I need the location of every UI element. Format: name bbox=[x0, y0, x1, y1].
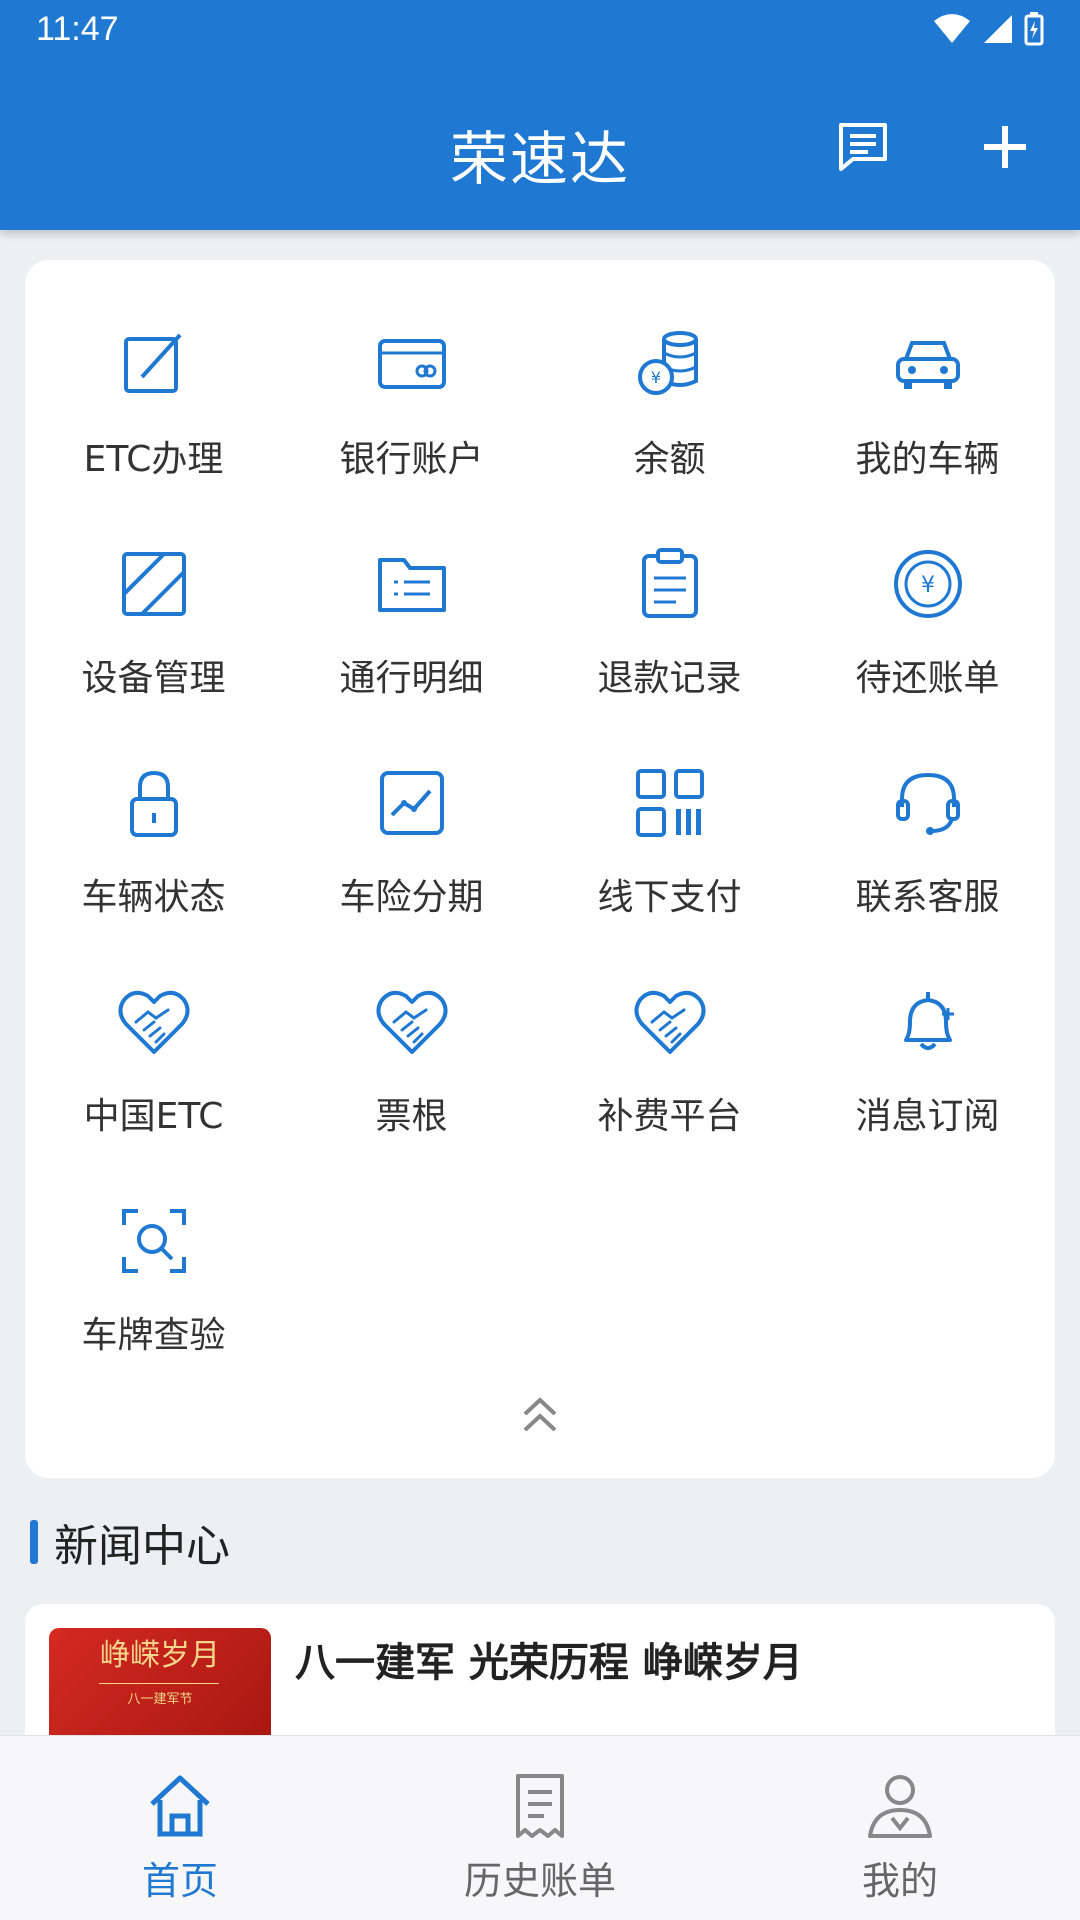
signal-icon bbox=[984, 15, 1012, 43]
menu-item-label: 消息订阅 bbox=[855, 1096, 1000, 1137]
menu-item[interactable]: 我的车辆 bbox=[799, 260, 1056, 480]
status-time: 11:47 bbox=[36, 10, 119, 48]
status-icons bbox=[932, 12, 1044, 46]
menu-item[interactable]: 中国ETC bbox=[25, 917, 282, 1137]
message-icon bbox=[839, 123, 887, 171]
edit-icon bbox=[114, 325, 194, 405]
menu-item[interactable]: 线下支付 bbox=[541, 698, 798, 918]
yuan-coin-icon: ¥ bbox=[888, 544, 968, 624]
news-section-title: 新闻中心 bbox=[54, 1521, 230, 1572]
car-icon bbox=[888, 325, 968, 405]
home-icon bbox=[150, 1775, 210, 1837]
menu-item-label: 我的车辆 bbox=[855, 439, 1000, 480]
menu-item[interactable]: ETC办理 bbox=[25, 260, 282, 480]
menu-item-label: 补费平台 bbox=[597, 1096, 742, 1137]
menu-item-label: 车牌查验 bbox=[81, 1315, 226, 1356]
battery-icon bbox=[1024, 12, 1044, 46]
scan-search-icon bbox=[114, 1201, 194, 1281]
add-button[interactable] bbox=[970, 112, 1040, 182]
device-icon bbox=[114, 544, 194, 624]
menu-item[interactable]: 票根 bbox=[283, 917, 540, 1137]
trend-chart-icon bbox=[372, 763, 452, 843]
menu-item[interactable]: 退款记录 bbox=[541, 479, 798, 699]
tab-label: 历史账单 bbox=[463, 1859, 616, 1903]
menu-item-label: 余额 bbox=[633, 439, 706, 480]
menu-item[interactable]: 银行账户 bbox=[283, 260, 540, 480]
menu-item[interactable]: 消息订阅 bbox=[799, 917, 1056, 1137]
menu-item-label: ETC办理 bbox=[83, 439, 224, 480]
message-button[interactable] bbox=[828, 112, 898, 182]
menu-item[interactable]: ¥ 余额 bbox=[541, 260, 798, 480]
thumbnail-divider bbox=[99, 1683, 219, 1684]
folder-list-icon bbox=[372, 544, 452, 624]
collapse-button[interactable] bbox=[515, 1390, 565, 1440]
tab-label: 我的 bbox=[861, 1859, 938, 1903]
receipt-icon bbox=[516, 1774, 564, 1838]
menu-item-label: 设备管理 bbox=[81, 658, 226, 699]
tab-history-bills[interactable]: 历史账单 bbox=[430, 1736, 650, 1920]
news-title: 八一建军 光荣历程 峥嵘岁月 bbox=[295, 1640, 803, 1686]
lock-icon bbox=[114, 763, 194, 843]
add-icon bbox=[984, 126, 1026, 168]
menu-item-label: 车辆状态 bbox=[81, 877, 226, 918]
svg-text:¥: ¥ bbox=[650, 368, 660, 387]
thumbnail-text: 峥嵘岁月 bbox=[100, 1638, 220, 1673]
svg-text:¥: ¥ bbox=[921, 573, 935, 598]
menu-item[interactable]: 联系客服 bbox=[799, 698, 1056, 918]
tab-mine[interactable]: 我的 bbox=[790, 1736, 1010, 1920]
handshake-heart-icon bbox=[114, 982, 194, 1062]
clipboard-icon bbox=[630, 544, 710, 624]
menu-item[interactable]: 通行明细 bbox=[283, 479, 540, 699]
app-title: 荣速达 bbox=[449, 125, 630, 193]
double-chevron-up-icon bbox=[523, 1397, 557, 1432]
menu-item-label: 银行账户 bbox=[339, 439, 484, 480]
bank-card-icon bbox=[372, 325, 452, 405]
section-accent-bar bbox=[30, 1520, 38, 1564]
headset-icon bbox=[888, 763, 968, 843]
menu-item-label: 线下支付 bbox=[597, 877, 742, 918]
news-section-header: 新闻中心 bbox=[30, 1518, 230, 1572]
app-header: 11:47 荣速达 bbox=[0, 0, 1080, 230]
menu-item-label: 车险分期 bbox=[339, 877, 484, 918]
qr-code-icon bbox=[630, 763, 710, 843]
menu-item-label: 联系客服 bbox=[855, 877, 1000, 918]
menu-item[interactable]: ¥ 待还账单 bbox=[799, 479, 1056, 699]
menu-item-label: 中国ETC bbox=[83, 1096, 224, 1137]
menu-item-label: 待还账单 bbox=[855, 658, 1000, 699]
coins-icon: ¥ bbox=[630, 325, 710, 405]
tab-label: 首页 bbox=[141, 1859, 218, 1903]
menu-item[interactable]: 设备管理 bbox=[25, 479, 282, 699]
menu-item-label: 通行明细 bbox=[339, 658, 484, 699]
menu-item[interactable]: 车牌查验 bbox=[25, 1136, 282, 1356]
menu-item[interactable]: 补费平台 bbox=[541, 917, 798, 1137]
user-icon bbox=[868, 1775, 932, 1838]
handshake-heart-icon bbox=[372, 982, 452, 1062]
bell-plus-icon bbox=[888, 982, 968, 1062]
handshake-heart-icon bbox=[630, 982, 710, 1062]
bottom-navigation: 首页 历史账单 我的 bbox=[0, 1735, 1080, 1920]
menu-item-label: 票根 bbox=[375, 1096, 448, 1137]
menu-item[interactable]: 车辆状态 bbox=[25, 698, 282, 918]
menu-item[interactable]: 车险分期 bbox=[283, 698, 540, 918]
tab-home[interactable]: 首页 bbox=[70, 1736, 290, 1920]
wifi-icon bbox=[934, 14, 970, 43]
thumbnail-subtext: 八一建军节 bbox=[127, 1692, 193, 1707]
menu-item-label: 退款记录 bbox=[597, 658, 742, 699]
service-menu-card: ETC办理 银行账户 ¥ 余额 我的车辆设备管理 通行明细 退款记录 ¥ 待还账单车辆状态 车险分… bbox=[25, 260, 1055, 1478]
